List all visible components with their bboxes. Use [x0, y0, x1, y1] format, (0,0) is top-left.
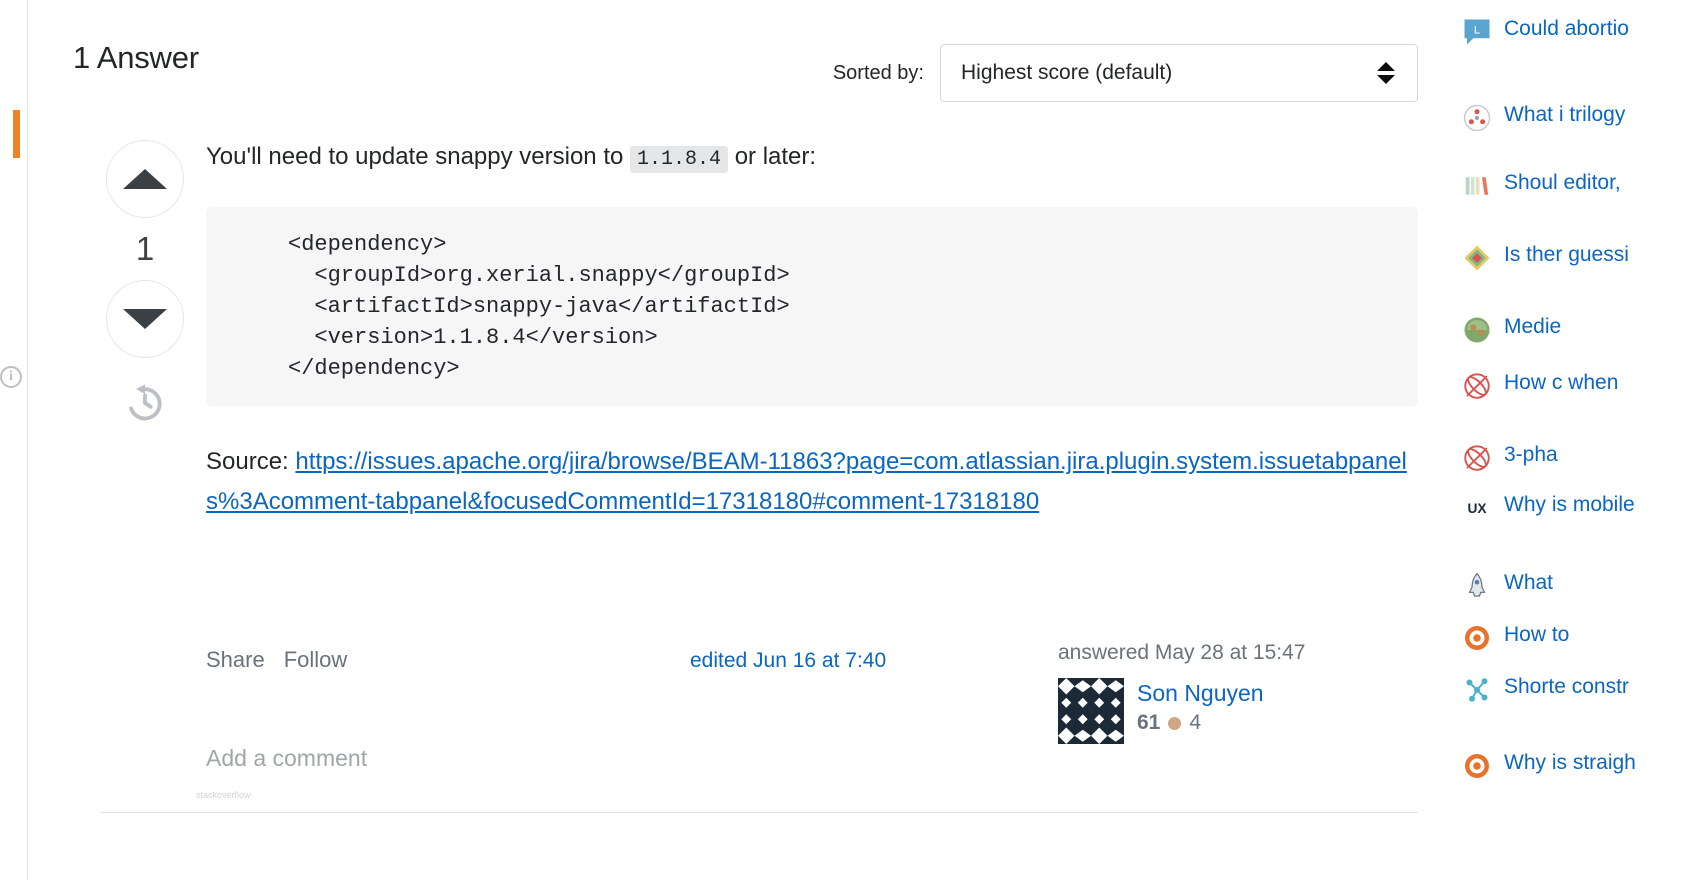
left-rail: i — [0, 0, 28, 880]
ux-stackexchange-icon: UX — [1462, 493, 1492, 523]
source-link[interactable]: https://issues.apache.org/jira/browse/BE… — [206, 448, 1407, 515]
share-button[interactable]: Share — [206, 647, 265, 673]
answer-intro-paragraph: You'll need to update snappy version to … — [206, 140, 1418, 177]
hot-question-item[interactable]: How c when — [1462, 368, 1696, 401]
hot-question-link[interactable]: Why is straigh — [1504, 748, 1636, 777]
sort-label: Sorted by: — [832, 61, 924, 84]
arrow-down-icon — [123, 309, 167, 329]
hot-question-link[interactable]: What — [1504, 568, 1553, 597]
space-stackexchange-icon — [1462, 571, 1492, 601]
sort-select[interactable]: Highest score (default) — [940, 44, 1418, 102]
answered-timestamp: answered May 28 at 15:47 — [1058, 641, 1306, 664]
upvote-button[interactable] — [106, 140, 184, 218]
hot-question-item[interactable]: Shorte constr — [1462, 672, 1696, 705]
hot-question-link[interactable]: Medie — [1504, 312, 1561, 341]
answers-header: 1 Answer Sorted by: Highest score (defau… — [73, 38, 1418, 102]
answer-intro-after: or later: — [734, 143, 817, 170]
accent-marker — [13, 110, 20, 158]
hot-network-questions-sidebar: L Could abortio What i trilogy Shoul editor… — [1448, 0, 1696, 880]
chevron-updown-icon — [1377, 62, 1395, 84]
hot-question-item[interactable]: How to — [1462, 620, 1696, 653]
physics-stackexchange-icon — [1462, 371, 1492, 401]
identicon-avatar[interactable] — [1058, 678, 1124, 744]
hot-question-link[interactable]: How to — [1504, 620, 1569, 649]
reputation-score: 61 — [1137, 711, 1161, 734]
info-icon[interactable]: i — [0, 366, 22, 388]
author-name-link[interactable]: Son Nguyen — [1137, 680, 1264, 706]
author-reputation-row: 61 4 — [1137, 711, 1264, 735]
hot-question-item[interactable]: Shoul editor, — [1462, 168, 1696, 201]
stackoverflow-answer-page: i 1 Answer Sorted by: Highest score (def… — [0, 0, 1696, 880]
follow-button[interactable]: Follow — [284, 647, 348, 673]
sort-control: Sorted by: Highest score (default) — [833, 44, 1418, 102]
vote-cell: 1 — [100, 140, 190, 424]
hot-question-item[interactable]: What — [1462, 568, 1696, 601]
hot-question-link[interactable]: What i trilogy — [1504, 100, 1625, 129]
inline-code-version: 1.1.8.4 — [630, 146, 729, 173]
answer-body: You'll need to update snappy version to … — [206, 140, 1418, 552]
puzzling-stackexchange-icon — [1462, 243, 1492, 273]
hot-question-item[interactable]: Is ther guessi — [1462, 240, 1696, 273]
network-stackexchange-icon — [1462, 675, 1492, 705]
watermark: stackoverflow — [196, 790, 251, 800]
writing-stackexchange-icon — [1462, 171, 1492, 201]
vote-count: 1 — [135, 230, 155, 267]
code-block-maven-dependency: <dependency> <groupId>org.xerial.snappy<… — [206, 207, 1418, 406]
hot-question-link[interactable]: Shorte constr — [1504, 672, 1629, 701]
source-paragraph: Source: https://issues.apache.org/jira/b… — [206, 442, 1418, 522]
svg-text:UX: UX — [1467, 501, 1487, 516]
arrow-up-icon — [123, 169, 167, 189]
share-follow-group: Share Follow — [206, 647, 347, 673]
hot-question-link[interactable]: 3-pha — [1504, 440, 1558, 469]
target-stackexchange-icon — [1462, 623, 1492, 653]
hot-question-link[interactable]: How c when — [1504, 368, 1618, 397]
hot-question-link[interactable]: Why is mobile — [1504, 490, 1635, 519]
hot-question-link[interactable]: Is ther guessi — [1504, 240, 1629, 269]
hot-question-link[interactable]: Shoul editor, — [1504, 168, 1621, 197]
source-prefix: Source: — [206, 448, 289, 475]
hot-question-link[interactable]: Could abortio — [1504, 14, 1629, 43]
answer-main-column: 1 Answer Sorted by: Highest score (defau… — [28, 0, 1448, 880]
answer-meta-row: Share Follow edited Jun 16 at 7:40 answe… — [206, 620, 1418, 744]
add-comment-button[interactable]: Add a comment — [206, 745, 367, 772]
bronze-badge-count: 4 — [1189, 711, 1202, 734]
downvote-button[interactable] — [106, 280, 184, 358]
edited-timestamp-link[interactable]: edited Jun 16 at 7:40 — [690, 649, 886, 673]
sort-selected-value: Highest score (default) — [961, 61, 1173, 84]
hot-question-item[interactable]: Medie — [1462, 312, 1696, 345]
bronze-badge-icon — [1168, 716, 1182, 730]
hot-question-item[interactable]: What i trilogy — [1462, 100, 1696, 133]
physics-stackexchange-icon — [1462, 443, 1492, 473]
hot-question-item[interactable]: L Could abortio — [1462, 14, 1696, 47]
hot-question-item[interactable]: UX Why is mobile — [1462, 490, 1696, 523]
target-stackexchange-icon — [1462, 751, 1492, 781]
hot-question-item[interactable]: Why is straigh — [1462, 748, 1696, 781]
hot-question-item[interactable]: 3-pha — [1462, 440, 1696, 473]
section-divider — [100, 812, 1418, 813]
history-clock-icon[interactable] — [123, 380, 167, 424]
history-stackexchange-icon — [1462, 315, 1492, 345]
law-stackexchange-icon: L — [1462, 17, 1492, 47]
answer-intro-before: You'll need to update snappy version to — [206, 143, 624, 170]
answers-count-title: 1 Answer — [73, 40, 199, 75]
scifi-stackexchange-icon — [1462, 103, 1492, 133]
answerer-user-card: answered May 28 at 15:47 Son Nguyen 61 4 — [1058, 638, 1358, 744]
svg-text:L: L — [1474, 24, 1480, 36]
